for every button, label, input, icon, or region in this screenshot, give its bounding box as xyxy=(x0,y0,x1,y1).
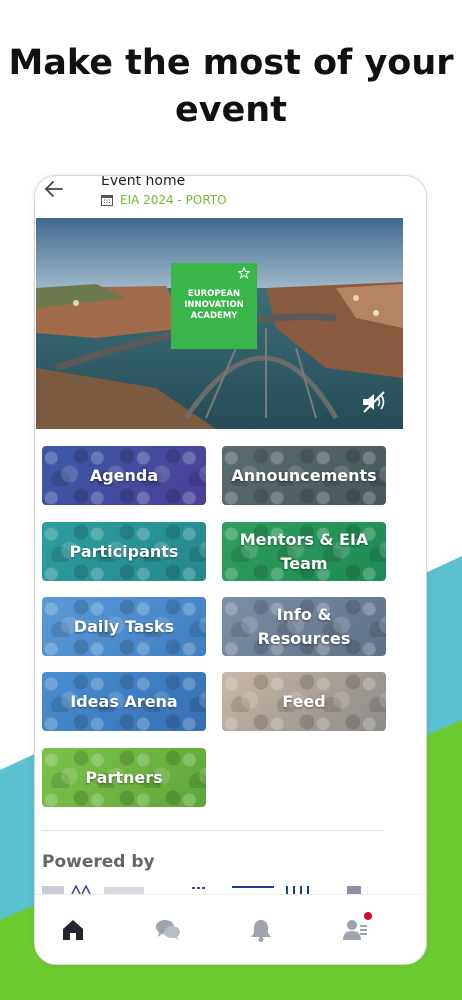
tile-label: Partners xyxy=(85,767,163,787)
tile-daily-tasks[interactable]: Daily Tasks xyxy=(42,597,206,656)
profile-icon[interactable] xyxy=(342,917,368,943)
home-icon[interactable] xyxy=(60,917,86,943)
tile-label: Mentors & EIA Team xyxy=(239,529,369,573)
tile-partners[interactable]: Partners xyxy=(42,748,206,807)
tile-label: Feed xyxy=(282,691,326,711)
logo-line-2: INNOVATION xyxy=(184,300,244,310)
tile-agenda[interactable]: Agenda xyxy=(42,446,206,505)
speaker-muted-icon[interactable] xyxy=(360,390,388,414)
marketing-headline: Make the most of your event xyxy=(8,43,454,130)
calendar-icon xyxy=(101,195,113,206)
eia-logo: EUROPEAN INNOVATION ACADEMY xyxy=(171,263,257,349)
partner-logos-strip xyxy=(42,884,361,894)
screen-title: Event home xyxy=(101,175,186,189)
logo-line-3: ACADEMY xyxy=(190,311,238,321)
tile-info-resources[interactable]: Info & Resources xyxy=(222,597,386,656)
event-name: EIA 2024 - PORTO xyxy=(120,193,227,207)
back-arrow-icon[interactable] xyxy=(43,178,65,200)
hero-video[interactable]: EUROPEAN INNOVATION ACADEMY xyxy=(36,218,403,429)
tile-label: Agenda xyxy=(89,465,159,485)
tile-feed[interactable]: Feed xyxy=(222,672,386,731)
tile-label: Announcements xyxy=(231,465,377,485)
powered-by-heading: Powered by xyxy=(42,852,155,872)
star-icon xyxy=(238,267,250,279)
tile-label: Daily Tasks xyxy=(73,616,175,636)
bell-icon[interactable] xyxy=(248,917,274,943)
tile-announcements[interactable]: Announcements xyxy=(222,446,386,505)
tile-label: Participants xyxy=(69,541,179,561)
tile-label: Info & Resources xyxy=(257,604,351,648)
tile-ideas-arena[interactable]: Ideas Arena xyxy=(42,672,206,731)
bottom-navigation xyxy=(35,894,426,964)
logo-line-1: EUROPEAN xyxy=(187,289,241,299)
section-divider xyxy=(42,830,384,831)
notification-badge xyxy=(364,912,372,920)
tile-mentors-eia-team[interactable]: Mentors & EIA Team xyxy=(222,522,386,581)
phone-frame: Event home EIA 2024 - PORTO EUROPEAN INN… xyxy=(34,175,427,965)
tile-label: Ideas Arena xyxy=(70,691,178,711)
chat-icon[interactable] xyxy=(155,917,181,943)
tile-participants[interactable]: Participants xyxy=(42,522,206,581)
